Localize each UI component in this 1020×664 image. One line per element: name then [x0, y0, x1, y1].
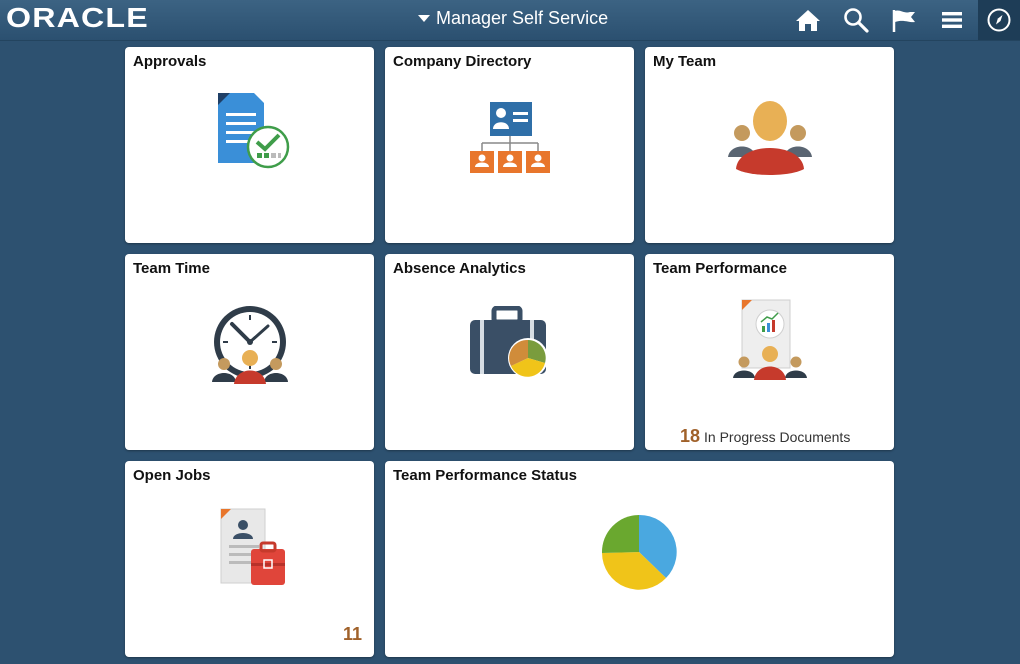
team-people-icon — [727, 101, 812, 175]
notifications-button[interactable] — [890, 6, 918, 34]
briefcase-pie-icon — [469, 306, 548, 378]
in-progress-documents-count: 18 In Progress Documents — [680, 426, 850, 447]
tile-absence-analytics[interactable]: Absence Analytics — [385, 254, 634, 450]
tile-title: Team Time — [133, 260, 210, 277]
pie-chart-icon — [601, 514, 677, 590]
tile-title: Team Performance Status — [393, 467, 577, 484]
top-banner: ORACLE Manager Self Service — [0, 0, 1020, 41]
home-icon — [796, 10, 820, 31]
flag-icon — [892, 10, 915, 32]
navbar-compass-icon — [987, 8, 1011, 32]
search-icon — [844, 8, 869, 33]
tile-approvals[interactable]: Approvals — [125, 47, 374, 243]
tile-title: My Team — [653, 53, 717, 70]
menu-icon — [942, 12, 962, 28]
count-number: 11 — [342, 624, 362, 644]
tile-open-jobs[interactable]: Open Jobs 11 — [125, 461, 374, 657]
tile-my-team[interactable]: My Team — [645, 47, 894, 243]
performance-document-people-icon — [732, 299, 807, 380]
tile-title: Team Performance — [653, 260, 787, 277]
tile-title: Absence Analytics — [393, 260, 526, 277]
caret-down-icon — [418, 14, 430, 22]
count-number: 18 — [680, 426, 701, 446]
oracle-logo: ORACLE — [6, 2, 149, 33]
actions-menu-button[interactable] — [938, 6, 966, 34]
page-title-dropdown[interactable]: Manager Self Service — [418, 6, 608, 30]
tile-title: Open Jobs — [133, 467, 211, 484]
tile-title: Approvals — [133, 53, 207, 70]
home-button[interactable] — [794, 6, 822, 34]
tile-team-time[interactable]: Team Time — [125, 254, 374, 450]
navbar-button[interactable] — [978, 0, 1020, 40]
clock-people-icon — [211, 306, 288, 384]
tile-team-performance[interactable]: Team Performance 18 In Progress Document… — [645, 254, 894, 450]
tile-title: Company Directory — [393, 53, 532, 70]
approvals-document-check-icon — [217, 93, 289, 169]
open-jobs-count: 11 — [343, 624, 362, 645]
page-title: Manager Self Service — [436, 7, 609, 28]
org-chart-icon — [469, 102, 550, 173]
count-label: In Progress Documents — [704, 429, 851, 445]
job-resume-briefcase-icon — [220, 508, 285, 585]
tile-team-performance-status[interactable]: Team Performance Status — [385, 461, 894, 657]
tile-company-directory[interactable]: Company Directory — [385, 47, 634, 243]
search-button[interactable] — [842, 6, 870, 34]
